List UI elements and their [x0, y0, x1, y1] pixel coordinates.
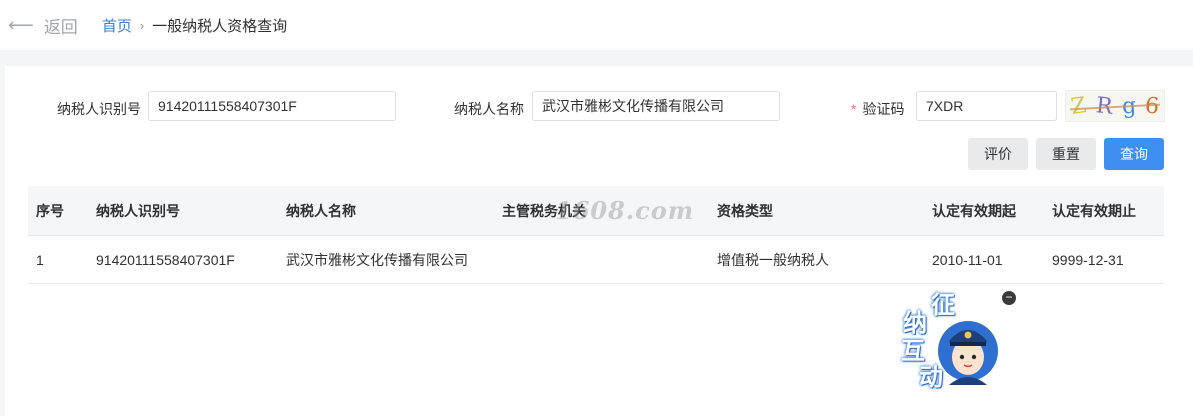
widget-close-icon[interactable]: −: [1002, 291, 1016, 305]
table-cell: 2010-11-01: [932, 251, 1003, 268]
evaluate-button[interactable]: 评价: [968, 138, 1028, 170]
captcha-label: 验证码: [862, 101, 905, 117]
column-header: 认定有效期止: [1052, 202, 1136, 219]
taxpayer-name-input[interactable]: [532, 91, 780, 121]
column-header: 资格类型: [717, 202, 773, 219]
required-mark: *: [851, 101, 857, 117]
table-cell: 9999-12-31: [1052, 251, 1124, 268]
column-header: 认定有效期起: [932, 202, 1016, 219]
table-header: 序号 纳税人识别号 纳税人名称 主管税务机关 资格类型 认定有效期起 认定有效期…: [28, 186, 1164, 236]
breadcrumb-current: 一般纳税人资格查询: [152, 17, 288, 35]
reset-button[interactable]: 重置: [1036, 138, 1096, 170]
top-bar: ⟵ 返回 首页 › 一般纳税人资格查询: [0, 0, 1193, 50]
chevron-right-icon: ›: [139, 17, 145, 33]
breadcrumb-home-link[interactable]: 首页: [102, 15, 132, 36]
officer-avatar-icon: [938, 321, 998, 385]
captcha-label-group: * 验证码: [851, 99, 904, 119]
captcha-char: Z: [1069, 92, 1088, 120]
taxpayer-id-label: 纳税人识别号: [57, 101, 141, 117]
captcha-input[interactable]: [916, 91, 1057, 121]
back-button[interactable]: ⟵ 返回: [8, 13, 78, 38]
table-row: 1 91420111558407301F 武汉市雅彬文化传播有限公司 增值税一般…: [28, 236, 1164, 284]
taxpayer-id-input[interactable]: [148, 91, 396, 121]
table-cell: 增值税一般纳税人: [717, 251, 829, 268]
table-cell: 1: [36, 251, 44, 268]
column-header: 序号: [36, 202, 64, 219]
result-table: 序号 纳税人识别号 纳税人名称 主管税务机关 资格类型 认定有效期起 认定有效期…: [28, 186, 1164, 284]
column-header: 纳税人名称: [286, 202, 356, 219]
captcha-image[interactable]: Z R g 6: [1065, 90, 1165, 122]
column-header: 纳税人识别号: [96, 202, 180, 219]
breadcrumb: 首页 › 一般纳税人资格查询: [102, 15, 287, 36]
arrow-left-icon: ⟵: [8, 14, 34, 35]
column-header: 主管税务机关: [502, 202, 586, 219]
table-cell: 武汉市雅彬文化传播有限公司: [286, 251, 468, 268]
back-label: 返回: [43, 17, 78, 37]
tax-interaction-widget[interactable]: 征 纳 互 动 −: [895, 285, 1020, 395]
query-button[interactable]: 查询: [1104, 138, 1164, 170]
taxpayer-name-label: 纳税人名称: [454, 101, 524, 117]
table-cell: 91420111558407301F: [96, 251, 235, 268]
